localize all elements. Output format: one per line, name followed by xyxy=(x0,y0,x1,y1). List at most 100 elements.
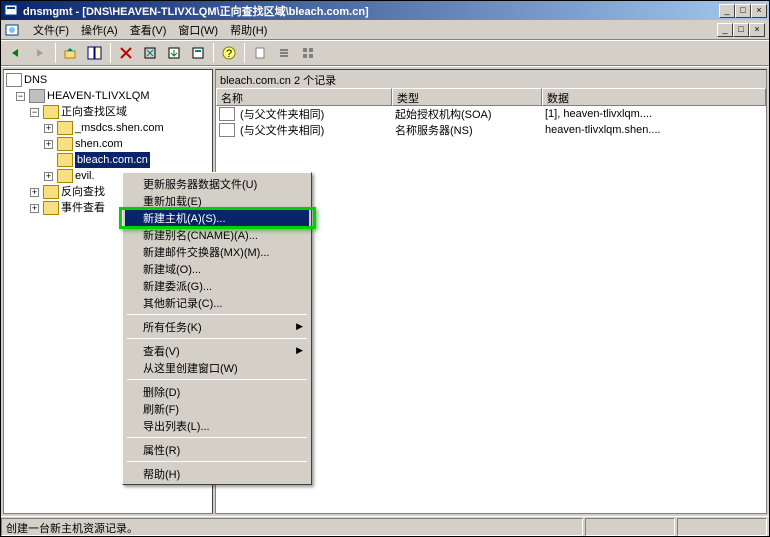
column-data[interactable]: 数据 xyxy=(542,88,766,106)
cell-name: (与父文件夹相同) xyxy=(238,106,393,122)
zone-icon xyxy=(57,169,73,183)
forward-button[interactable] xyxy=(29,42,51,64)
folder-icon xyxy=(43,185,59,199)
menu-separator xyxy=(127,379,307,380)
path-bar: bleach.com.cn 2 个记录 xyxy=(216,70,766,88)
menu-separator xyxy=(127,314,307,315)
column-name[interactable]: 名称 xyxy=(216,88,392,106)
menu-file[interactable]: 文件(F) xyxy=(27,20,75,40)
minimize-button[interactable]: _ xyxy=(719,4,735,18)
detail-button[interactable] xyxy=(297,42,319,64)
help-button[interactable]: ? xyxy=(218,42,240,64)
mdi-restore-button[interactable]: □ xyxy=(733,23,749,37)
tree-forward-zones[interactable]: 正向查找区域 xyxy=(61,104,127,120)
folder-icon xyxy=(43,105,59,119)
ctx-new-mx[interactable]: 新建邮件交换器(MX)(M)... xyxy=(125,243,309,260)
tree-zone-bleach[interactable]: bleach.com.cn xyxy=(75,152,150,168)
menu-action[interactable]: 操作(A) xyxy=(75,20,124,40)
ctx-new-alias[interactable]: 新建别名(CNAME)(A)... xyxy=(125,226,309,243)
ctx-all-tasks[interactable]: 所有任务(K)▶ xyxy=(125,318,309,335)
toolbar-separator xyxy=(55,43,56,63)
refresh-button[interactable] xyxy=(139,42,161,64)
app-icon xyxy=(3,3,19,19)
tree-zone-evil[interactable]: evil. xyxy=(75,168,95,184)
window-title: dnsmgmt - [DNS\HEAVEN-TLIVXLQM\正向查找区域\bl… xyxy=(23,3,719,19)
expand-icon[interactable]: + xyxy=(44,124,53,133)
ctx-export-list[interactable]: 导出列表(L)... xyxy=(125,417,309,434)
collapse-icon[interactable]: − xyxy=(30,108,39,117)
tree-reverse-zones[interactable]: 反向查找 xyxy=(61,184,105,200)
delete-button[interactable] xyxy=(115,42,137,64)
ctx-delete[interactable]: 删除(D) xyxy=(125,383,309,400)
expand-icon[interactable]: + xyxy=(30,188,39,197)
toolbar-separator xyxy=(244,43,245,63)
menu-separator xyxy=(127,461,307,462)
tree-root[interactable]: DNS xyxy=(24,72,47,88)
svg-text:?: ? xyxy=(226,48,232,60)
maximize-button[interactable]: □ xyxy=(735,4,751,18)
cell-name: (与父文件夹相同) xyxy=(238,122,393,138)
ctx-new-window-from-here[interactable]: 从这里创建窗口(W) xyxy=(125,359,309,376)
expand-icon[interactable]: + xyxy=(44,172,53,181)
folder-icon xyxy=(43,201,59,215)
ctx-new-delegation[interactable]: 新建委派(G)... xyxy=(125,277,309,294)
ctx-update-server-data[interactable]: 更新服务器数据文件(U) xyxy=(125,175,309,192)
ctx-properties[interactable]: 属性(R) xyxy=(125,441,309,458)
statusbar: 创建一台新主机资源记录。 xyxy=(1,516,769,536)
record-icon xyxy=(219,123,235,137)
filter-button[interactable] xyxy=(249,42,271,64)
dns-root-icon xyxy=(6,73,22,87)
list-button[interactable] xyxy=(273,42,295,64)
show-hide-tree-button[interactable] xyxy=(84,42,106,64)
ctx-view[interactable]: 查看(V)▶ xyxy=(125,342,309,359)
cell-data: [1], heaven-tlivxlqm.... xyxy=(543,108,654,120)
status-text: 创建一台新主机资源记录。 xyxy=(1,518,583,536)
toolbar-separator xyxy=(213,43,214,63)
properties-button[interactable] xyxy=(187,42,209,64)
zone-icon xyxy=(57,121,73,135)
status-pane-2 xyxy=(677,518,767,536)
export-button[interactable] xyxy=(163,42,185,64)
server-icon xyxy=(29,89,45,103)
tree-zone-shen[interactable]: shen.com xyxy=(75,136,123,152)
toolbar: ? xyxy=(1,40,769,66)
submenu-arrow-icon: ▶ xyxy=(296,345,303,356)
cell-type: 起始授权机构(SOA) xyxy=(393,106,543,122)
expand-icon[interactable]: + xyxy=(30,204,39,213)
menu-separator xyxy=(127,437,307,438)
menu-window[interactable]: 窗口(W) xyxy=(172,20,224,40)
tree-event-viewer[interactable]: 事件查看 xyxy=(61,200,105,216)
list-header: 名称 类型 数据 xyxy=(216,88,766,106)
zone-icon xyxy=(57,137,73,151)
mdi-close-button[interactable]: × xyxy=(749,23,765,37)
expand-icon[interactable]: + xyxy=(44,140,53,149)
list-row[interactable]: (与父文件夹相同) 起始授权机构(SOA) [1], heaven-tlivxl… xyxy=(216,106,766,122)
ctx-refresh[interactable]: 刷新(F) xyxy=(125,400,309,417)
list-row[interactable]: (与父文件夹相同) 名称服务器(NS) heaven-tlivxlqm.shen… xyxy=(216,122,766,138)
ctx-other-new-records[interactable]: 其他新记录(C)... xyxy=(125,294,309,311)
toolbar-separator xyxy=(110,43,111,63)
mdi-minimize-button[interactable]: _ xyxy=(717,23,733,37)
close-button[interactable]: × xyxy=(751,4,767,18)
dns-icon xyxy=(5,22,21,38)
zone-icon xyxy=(57,153,73,167)
titlebar: dnsmgmt - [DNS\HEAVEN-TLIVXLQM\正向查找区域\bl… xyxy=(1,1,769,20)
tree-server[interactable]: HEAVEN-TLIVXLQM xyxy=(47,88,150,104)
up-button[interactable] xyxy=(60,42,82,64)
record-icon xyxy=(219,107,235,121)
collapse-icon[interactable]: − xyxy=(16,92,25,101)
ctx-reload[interactable]: 重新加载(E) xyxy=(125,192,309,209)
submenu-arrow-icon: ▶ xyxy=(296,321,303,332)
cell-data: heaven-tlivxlqm.shen.... xyxy=(543,124,663,136)
back-button[interactable] xyxy=(5,42,27,64)
menu-separator xyxy=(127,338,307,339)
ctx-help[interactable]: 帮助(H) xyxy=(125,465,309,482)
status-pane-1 xyxy=(585,518,675,536)
tree-zone-msdcs[interactable]: _msdcs.shen.com xyxy=(75,120,164,136)
menubar: 文件(F) 操作(A) 查看(V) 窗口(W) 帮助(H) _ □ × xyxy=(1,20,769,40)
menu-view[interactable]: 查看(V) xyxy=(124,20,173,40)
ctx-new-domain[interactable]: 新建域(O)... xyxy=(125,260,309,277)
ctx-new-host[interactable]: 新建主机(A)(S)... xyxy=(125,209,309,226)
column-type[interactable]: 类型 xyxy=(392,88,542,106)
menu-help[interactable]: 帮助(H) xyxy=(224,20,273,40)
